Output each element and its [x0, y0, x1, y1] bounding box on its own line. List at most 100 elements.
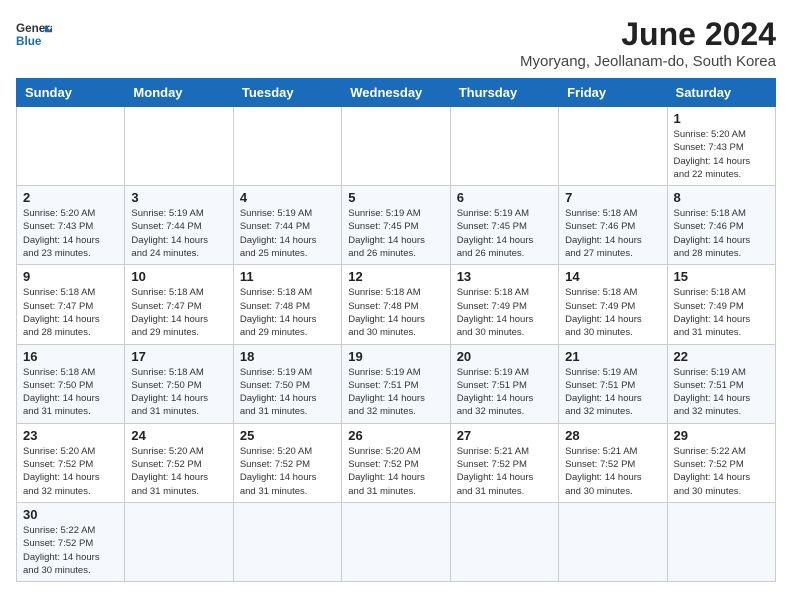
day-number: 18 — [240, 349, 335, 364]
day-info: Sunrise: 5:18 AM Sunset: 7:49 PM Dayligh… — [674, 286, 769, 339]
calendar-week-4: 16 Sunrise: 5:18 AM Sunset: 7:50 PM Dayli… — [17, 344, 776, 423]
calendar-cell: 15 Sunrise: 5:18 AM Sunset: 7:49 PM Dayli… — [667, 265, 775, 344]
day-number: 8 — [674, 190, 769, 205]
calendar-cell — [667, 502, 775, 581]
day-info: Sunrise: 5:20 AM Sunset: 7:52 PM Dayligh… — [131, 445, 226, 498]
day-info: Sunrise: 5:18 AM Sunset: 7:48 PM Dayligh… — [240, 286, 335, 339]
calendar-cell — [450, 502, 558, 581]
calendar-cell — [233, 107, 341, 186]
calendar-cell: 12 Sunrise: 5:18 AM Sunset: 7:48 PM Dayli… — [342, 265, 450, 344]
day-number: 19 — [348, 349, 443, 364]
calendar-cell: 17 Sunrise: 5:18 AM Sunset: 7:50 PM Dayli… — [125, 344, 233, 423]
day-number: 15 — [674, 269, 769, 284]
day-info: Sunrise: 5:18 AM Sunset: 7:46 PM Dayligh… — [674, 207, 769, 260]
calendar-table: SundayMondayTuesdayWednesdayThursdayFrid… — [16, 78, 776, 582]
calendar-cell: 10Sunrise: 5:18 AM Sunset: 7:47 PM Dayli… — [125, 265, 233, 344]
day-number: 17 — [131, 349, 226, 364]
day-info: Sunrise: 5:18 AM Sunset: 7:50 PM Dayligh… — [23, 366, 118, 419]
day-info: Sunrise: 5:19 AM Sunset: 7:51 PM Dayligh… — [565, 366, 660, 419]
logo: General Blue — [16, 16, 52, 52]
day-number: 25 — [240, 428, 335, 443]
day-info: Sunrise: 5:19 AM Sunset: 7:45 PM Dayligh… — [457, 207, 552, 260]
day-info: Sunrise: 5:22 AM Sunset: 7:52 PM Dayligh… — [23, 524, 118, 577]
day-number: 30 — [23, 507, 118, 522]
calendar-header-row: SundayMondayTuesdayWednesdayThursdayFrid… — [17, 79, 776, 107]
calendar-cell: 5 Sunrise: 5:19 AM Sunset: 7:45 PM Daylig… — [342, 186, 450, 265]
calendar-cell: 21Sunrise: 5:19 AM Sunset: 7:51 PM Dayli… — [559, 344, 667, 423]
day-number: 14 — [565, 269, 660, 284]
day-info: Sunrise: 5:19 AM Sunset: 7:51 PM Dayligh… — [674, 366, 769, 419]
header-wednesday: Wednesday — [342, 79, 450, 107]
day-info: Sunrise: 5:20 AM Sunset: 7:52 PM Dayligh… — [23, 445, 118, 498]
day-info: Sunrise: 5:19 AM Sunset: 7:50 PM Dayligh… — [240, 366, 335, 419]
calendar-cell: 30 Sunrise: 5:22 AM Sunset: 7:52 PM Dayli… — [17, 502, 125, 581]
calendar-cell: 16 Sunrise: 5:18 AM Sunset: 7:50 PM Dayli… — [17, 344, 125, 423]
day-number: 1 — [674, 111, 769, 126]
calendar-cell: 28 Sunrise: 5:21 AM Sunset: 7:52 PM Dayli… — [559, 423, 667, 502]
day-info: Sunrise: 5:19 AM Sunset: 7:51 PM Dayligh… — [457, 366, 552, 419]
day-info: Sunrise: 5:20 AM Sunset: 7:52 PM Dayligh… — [240, 445, 335, 498]
day-info: Sunrise: 5:22 AM Sunset: 7:52 PM Dayligh… — [674, 445, 769, 498]
calendar-cell: 11 Sunrise: 5:18 AM Sunset: 7:48 PM Dayli… — [233, 265, 341, 344]
day-number: 11 — [240, 269, 335, 284]
day-number: 2 — [23, 190, 118, 205]
calendar-cell: 18 Sunrise: 5:19 AM Sunset: 7:50 PM Dayli… — [233, 344, 341, 423]
calendar-week-5: 23Sunrise: 5:20 AM Sunset: 7:52 PM Dayli… — [17, 423, 776, 502]
day-info: Sunrise: 5:21 AM Sunset: 7:52 PM Dayligh… — [457, 445, 552, 498]
calendar-cell — [342, 107, 450, 186]
day-info: Sunrise: 5:19 AM Sunset: 7:51 PM Dayligh… — [348, 366, 443, 419]
header-friday: Friday — [559, 79, 667, 107]
day-info: Sunrise: 5:18 AM Sunset: 7:46 PM Dayligh… — [565, 207, 660, 260]
day-info: Sunrise: 5:18 AM Sunset: 7:49 PM Dayligh… — [565, 286, 660, 339]
calendar-cell — [125, 502, 233, 581]
header-sunday: Sunday — [17, 79, 125, 107]
day-number: 27 — [457, 428, 552, 443]
day-info: Sunrise: 5:20 AM Sunset: 7:43 PM Dayligh… — [23, 207, 118, 260]
calendar-cell: 27 Sunrise: 5:21 AM Sunset: 7:52 PM Dayli… — [450, 423, 558, 502]
day-number: 12 — [348, 269, 443, 284]
day-info: Sunrise: 5:18 AM Sunset: 7:47 PM Dayligh… — [23, 286, 118, 339]
calendar-cell — [559, 502, 667, 581]
calendar-cell: 9 Sunrise: 5:18 AM Sunset: 7:47 PM Daylig… — [17, 265, 125, 344]
day-number: 6 — [457, 190, 552, 205]
day-number: 24 — [131, 428, 226, 443]
day-number: 16 — [23, 349, 118, 364]
calendar-cell — [559, 107, 667, 186]
day-number: 7 — [565, 190, 660, 205]
day-number: 13 — [457, 269, 552, 284]
day-info: Sunrise: 5:18 AM Sunset: 7:49 PM Dayligh… — [457, 286, 552, 339]
day-number: 5 — [348, 190, 443, 205]
calendar-cell — [17, 107, 125, 186]
location: Myoryang, Jeollanam-do, South Korea — [520, 53, 776, 70]
calendar-cell: 26Sunrise: 5:20 AM Sunset: 7:52 PM Dayli… — [342, 423, 450, 502]
header-tuesday: Tuesday — [233, 79, 341, 107]
calendar-cell: 22Sunrise: 5:19 AM Sunset: 7:51 PM Dayli… — [667, 344, 775, 423]
logo-icon: General Blue — [16, 16, 52, 52]
calendar-cell: 4Sunrise: 5:19 AM Sunset: 7:44 PM Daylig… — [233, 186, 341, 265]
calendar-cell: 6 Sunrise: 5:19 AM Sunset: 7:45 PM Daylig… — [450, 186, 558, 265]
header-thursday: Thursday — [450, 79, 558, 107]
calendar-cell — [342, 502, 450, 581]
calendar-cell: 25 Sunrise: 5:20 AM Sunset: 7:52 PM Dayli… — [233, 423, 341, 502]
calendar-week-1: 1 Sunrise: 5:20 AM Sunset: 7:43 PM Daylig… — [17, 107, 776, 186]
day-info: Sunrise: 5:18 AM Sunset: 7:50 PM Dayligh… — [131, 366, 226, 419]
day-info: Sunrise: 5:20 AM Sunset: 7:43 PM Dayligh… — [674, 128, 769, 181]
day-info: Sunrise: 5:18 AM Sunset: 7:48 PM Dayligh… — [348, 286, 443, 339]
day-number: 29 — [674, 428, 769, 443]
day-info: Sunrise: 5:21 AM Sunset: 7:52 PM Dayligh… — [565, 445, 660, 498]
calendar-cell: 19 Sunrise: 5:19 AM Sunset: 7:51 PM Dayli… — [342, 344, 450, 423]
day-number: 26 — [348, 428, 443, 443]
day-info: Sunrise: 5:19 AM Sunset: 7:45 PM Dayligh… — [348, 207, 443, 260]
calendar-cell — [233, 502, 341, 581]
calendar-cell: 8 Sunrise: 5:18 AM Sunset: 7:46 PM Daylig… — [667, 186, 775, 265]
day-number: 28 — [565, 428, 660, 443]
day-number: 9 — [23, 269, 118, 284]
day-number: 4 — [240, 190, 335, 205]
calendar-cell: 29 Sunrise: 5:22 AM Sunset: 7:52 PM Dayli… — [667, 423, 775, 502]
header-saturday: Saturday — [667, 79, 775, 107]
calendar-week-3: 9 Sunrise: 5:18 AM Sunset: 7:47 PM Daylig… — [17, 265, 776, 344]
calendar-cell — [450, 107, 558, 186]
calendar-week-6: 30 Sunrise: 5:22 AM Sunset: 7:52 PM Dayli… — [17, 502, 776, 581]
calendar-week-2: 2 Sunrise: 5:20 AM Sunset: 7:43 PM Daylig… — [17, 186, 776, 265]
calendar-cell: 1 Sunrise: 5:20 AM Sunset: 7:43 PM Daylig… — [667, 107, 775, 186]
